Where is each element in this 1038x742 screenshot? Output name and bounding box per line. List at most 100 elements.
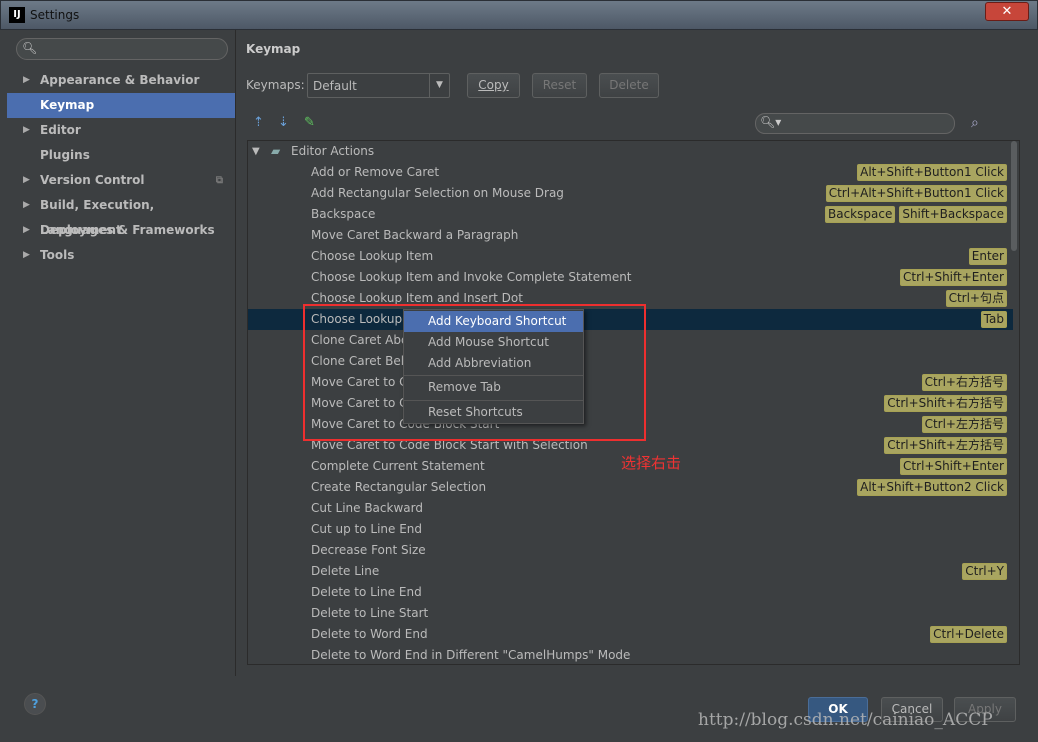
shortcut-badge: Ctrl+Shift+左方括号 <box>884 437 1007 454</box>
shortcut-badge: Alt+Shift+Button2 Click <box>857 479 1007 496</box>
keymap-value: Default <box>313 79 357 93</box>
sidebar-item-label: Keymap <box>40 98 95 112</box>
menu-separator <box>404 400 583 401</box>
shortcut-badge: Backspace <box>824 206 896 223</box>
find-by-shortcut-icon[interactable]: ⌕ <box>971 115 979 131</box>
action-name: Choose Lookup Item and Invoke Complete S… <box>311 270 632 284</box>
shortcut-badge: Ctrl+右方括号 <box>921 374 1007 391</box>
context-menu: Add Keyboard Shortcut Add Mouse Shortcut… <box>403 309 584 424</box>
help-button[interactable]: ? <box>24 693 46 715</box>
sidebar-item-editor[interactable]: ▶ Editor <box>7 118 235 143</box>
menu-item-add-keyboard-shortcut[interactable]: Add Keyboard Shortcut <box>404 311 583 332</box>
action-name: Cut Line Backward <box>311 501 423 515</box>
menu-item-remove-tab[interactable]: Remove Tab <box>404 377 583 398</box>
action-name: Choose Lookup Item <box>311 249 434 263</box>
action-name: Add or Remove Caret <box>311 165 440 179</box>
table-row[interactable]: Delete to Line End <box>248 582 1013 603</box>
menu-item-add-abbreviation[interactable]: Add Abbreviation <box>404 353 583 374</box>
reset-button[interactable]: Reset <box>532 73 587 98</box>
sidebar-item-label: Tools <box>40 248 75 262</box>
action-name: Move Caret Backward a Paragraph <box>311 228 519 242</box>
title-bar: IJ Settings ✕ <box>0 0 1038 30</box>
sidebar-item-label: Appearance & Behavior <box>40 73 200 87</box>
project-settings-icon: ⧉ <box>215 175 223 186</box>
chevron-down-icon: ▼ <box>429 74 449 97</box>
page-title: Keymap <box>246 42 301 56</box>
edit-pencil-icon[interactable]: ✎ <box>304 115 315 130</box>
shortcut-badge: Ctrl+Y <box>962 563 1007 580</box>
shortcut-badge: Alt+Shift+Button1 Click <box>857 164 1007 181</box>
keymap-select[interactable]: Default ▼ <box>307 73 450 98</box>
table-row[interactable]: Create Rectangular Selection Alt+Shift+Bu… <box>248 477 1013 498</box>
shortcut-badge: Ctrl+左方括号 <box>921 416 1007 433</box>
sidebar-item-label: Editor <box>40 123 81 137</box>
tree-group-editor-actions[interactable]: ▼ ▰ Editor Actions <box>248 141 1013 162</box>
shortcut-badge: Enter <box>968 248 1007 265</box>
search-icon: 🔍︎▾ <box>760 115 782 129</box>
action-name: Delete to Line End <box>311 585 422 599</box>
table-row[interactable]: Add or Remove Caret Alt+Shift+Button1 Cli… <box>248 162 1013 183</box>
table-row[interactable]: Cut up to Line End <box>248 519 1013 540</box>
keymaps-label: Keymaps: <box>246 78 305 92</box>
action-name: Delete to Word End in Different "CamelHu… <box>311 648 631 662</box>
sidebar-item-label: Languages & Frameworks <box>40 223 215 237</box>
sidebar-item-appearance-behavior[interactable]: ▶ Appearance & Behavior <box>7 68 235 93</box>
collapse-all-icon[interactable]: ⇣ <box>278 115 289 130</box>
menu-item-reset-shortcuts[interactable]: Reset Shortcuts <box>404 402 583 423</box>
table-row[interactable]: Delete to Line Start <box>248 603 1013 624</box>
action-name: Add Rectangular Selection on Mouse Drag <box>311 186 564 200</box>
intellij-icon: IJ <box>9 7 25 23</box>
shortcut-badge: Shift+Backspace <box>899 206 1007 223</box>
search-icon: 🔍︎ <box>22 41 38 55</box>
action-name: Create Rectangular Selection <box>311 480 487 494</box>
action-name: Complete Current Statement <box>311 459 485 473</box>
sidebar-item-build-execution-deployment[interactable]: ▶ Build, Execution, Deployment <box>7 193 235 237</box>
action-name: Cut up to Line End <box>311 522 423 536</box>
expand-arrow-icon[interactable]: ▶ <box>23 118 30 143</box>
shortcut-badge: Ctrl+Alt+Shift+Button1 Click <box>825 185 1007 202</box>
group-label: Editor Actions <box>291 144 375 158</box>
expand-arrow-icon[interactable]: ▶ <box>23 193 30 218</box>
expand-arrow-icon[interactable]: ▶ <box>23 168 30 193</box>
sidebar-item-tools[interactable]: ▶ Tools <box>7 243 235 268</box>
sidebar-item-plugins[interactable]: Plugins <box>7 143 235 168</box>
sidebar-item-label: Plugins <box>40 148 90 162</box>
menu-item-add-mouse-shortcut[interactable]: Add Mouse Shortcut <box>404 332 583 353</box>
table-row[interactable]: Delete to Word End Ctrl+Delete <box>248 624 1013 645</box>
table-row[interactable]: Decrease Font Size <box>248 540 1013 561</box>
action-name: Delete Line <box>311 564 380 578</box>
close-button[interactable]: ✕ <box>985 2 1029 21</box>
watermark: http://blog.csdn.net/cainiao_ACCP <box>698 710 993 730</box>
table-row[interactable]: Add Rectangular Selection on Mouse Drag C… <box>248 183 1013 204</box>
table-row[interactable]: Cut Line Backward <box>248 498 1013 519</box>
copy-button[interactable]: Copy <box>467 73 520 98</box>
menu-separator <box>404 375 583 376</box>
action-name: Delete to Word End <box>311 627 428 641</box>
action-name: Backspace <box>311 207 376 221</box>
shortcut-badge: Ctrl+Shift+右方括号 <box>884 395 1007 412</box>
shortcut-badge: Ctrl+Delete <box>930 626 1007 643</box>
table-row[interactable]: Delete Line Ctrl+Y <box>248 561 1013 582</box>
delete-button[interactable]: Delete <box>599 73 659 98</box>
window-title: Settings <box>30 8 80 22</box>
table-row[interactable]: Backspace Backspace Shift+Backspace <box>248 204 1013 225</box>
expand-all-icon[interactable]: ⇡ <box>253 115 264 130</box>
shortcut-badge: Ctrl+句点 <box>945 290 1007 307</box>
action-search-input[interactable]: 🔍︎▾ <box>755 113 955 134</box>
table-row[interactable]: Choose Lookup Item Enter <box>248 246 1013 267</box>
table-row[interactable]: Delete to Word End in Different "CamelHu… <box>248 645 1013 664</box>
expand-arrow-icon[interactable]: ▼ <box>252 141 260 162</box>
expand-arrow-icon[interactable]: ▶ <box>23 68 30 93</box>
expand-arrow-icon[interactable]: ▶ <box>23 218 30 243</box>
shortcut-badge: Ctrl+Shift+Enter <box>900 458 1007 475</box>
scrollbar[interactable] <box>1011 141 1017 251</box>
settings-search-input[interactable]: 🔍︎ <box>16 38 228 60</box>
table-row[interactable]: Move Caret Backward a Paragraph <box>248 225 1013 246</box>
sidebar-item-languages-frameworks[interactable]: ▶ Languages & Frameworks <box>7 218 235 243</box>
table-row[interactable]: Choose Lookup Item and Invoke Complete S… <box>248 267 1013 288</box>
action-name: Delete to Line Start <box>311 606 429 620</box>
expand-arrow-icon[interactable]: ▶ <box>23 243 30 268</box>
sidebar-item-version-control[interactable]: ▶ Version Control ⧉ <box>7 168 235 193</box>
shortcut-badge: Ctrl+Shift+Enter <box>900 269 1007 286</box>
sidebar-item-keymap[interactable]: Keymap <box>7 93 235 118</box>
